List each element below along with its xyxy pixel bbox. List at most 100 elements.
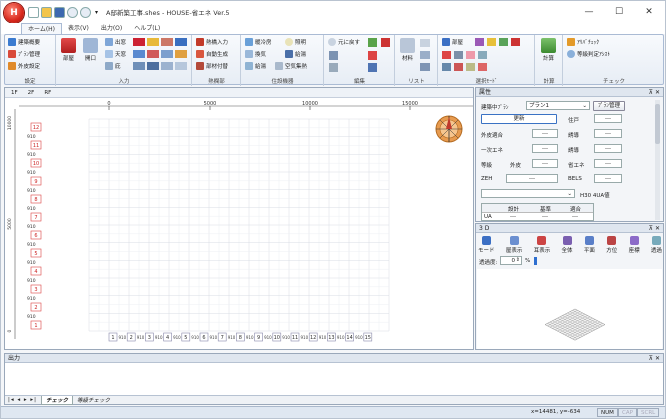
roof-mode-icon[interactable] bbox=[478, 51, 487, 59]
column-mode-icon[interactable] bbox=[466, 63, 475, 71]
plan-canvas[interactable]: 0 5000 10000 150001000050000 12910119101091… bbox=[5, 99, 473, 349]
material-button[interactable]: 材料 bbox=[400, 38, 415, 62]
tab-grade-check[interactable]: 等級チェック bbox=[73, 396, 114, 404]
close-button[interactable]: ✕ bbox=[634, 1, 664, 23]
whole-view-tool[interactable]: 全体 bbox=[562, 236, 573, 256]
redo-icon[interactable] bbox=[80, 6, 91, 18]
misc-tool-icon[interactable] bbox=[175, 62, 187, 70]
offset-icon[interactable] bbox=[329, 63, 338, 72]
envelope-settings-button[interactable]: 外皮設定 bbox=[8, 62, 40, 70]
plan-manage-button[interactable]: ﾌﾟﾗﾝ管理 bbox=[8, 50, 40, 58]
thermal-bridge-input-button[interactable]: 熱橋入力 bbox=[196, 38, 228, 46]
alibi-check-button[interactable]: ｱﾘﾊﾞﾁｪｯｸ bbox=[567, 38, 599, 46]
spinner-icon[interactable]: ⇕ bbox=[516, 256, 520, 264]
door-tool-icon[interactable] bbox=[133, 50, 145, 58]
transparency-input[interactable]: 0 ⇕ bbox=[500, 256, 522, 265]
direction-tool[interactable]: 方位 bbox=[606, 236, 617, 256]
align-icon[interactable] bbox=[368, 63, 377, 72]
bay-window-button[interactable]: 出窓 bbox=[105, 38, 126, 46]
rotate-icon[interactable] bbox=[329, 51, 338, 60]
floor-tab-2f[interactable]: 2F bbox=[28, 90, 35, 96]
bridge-mode-icon[interactable] bbox=[454, 63, 463, 71]
calculate-button[interactable]: 計算 bbox=[541, 38, 556, 62]
tab-check[interactable]: チェック bbox=[41, 395, 74, 405]
property-scrollbar[interactable] bbox=[655, 100, 660, 220]
new-file-icon[interactable] bbox=[28, 6, 39, 18]
leaf-icon[interactable] bbox=[499, 38, 508, 46]
plan-manage-btn[interactable]: ﾌﾟﾗﾝ管理 bbox=[593, 101, 625, 111]
hot-water2-button[interactable]: 給湯 bbox=[245, 62, 266, 70]
copy-tool-icon[interactable] bbox=[133, 62, 145, 70]
pin-icon[interactable]: ⊼ ✕ bbox=[649, 354, 660, 363]
save-icon[interactable] bbox=[54, 6, 65, 18]
air-collector-button[interactable]: 空気集熱 bbox=[275, 62, 307, 70]
mode-tool[interactable]: モード bbox=[478, 236, 495, 256]
eaves-button[interactable]: 庇 bbox=[105, 62, 121, 70]
mirror-icon[interactable] bbox=[368, 51, 377, 60]
star-icon[interactable] bbox=[487, 38, 496, 46]
diamond-icon[interactable] bbox=[475, 38, 484, 46]
view3d-header: 3 D ⊼ ✕ bbox=[476, 224, 663, 233]
all-mode-icon[interactable] bbox=[478, 63, 487, 71]
roof-display-tool[interactable]: 屋表示 bbox=[506, 236, 522, 256]
open-folder-icon[interactable] bbox=[41, 6, 52, 18]
tab-help[interactable]: ヘルプ(L) bbox=[128, 23, 166, 34]
floor-tab-1f[interactable]: 1F bbox=[11, 90, 18, 96]
pin-icon[interactable]: ⊼ ✕ bbox=[649, 224, 660, 233]
member-reassign-button[interactable]: 部材付替 bbox=[196, 62, 228, 70]
table-icon[interactable] bbox=[420, 51, 430, 59]
minimize-button[interactable]: — bbox=[574, 1, 604, 23]
plan-view-tool[interactable]: 平面 bbox=[584, 236, 595, 256]
coordinate-tool[interactable]: 座標 bbox=[629, 236, 640, 256]
floor-tool-icon[interactable] bbox=[147, 38, 159, 46]
plan-select[interactable]: プラン1 ⌄ bbox=[526, 101, 590, 110]
standard-select[interactable]: ⌄ bbox=[481, 189, 575, 198]
tab-output[interactable]: 出力(O) bbox=[95, 23, 128, 34]
tab-view[interactable]: 表示(V) bbox=[62, 23, 95, 34]
mode-room-button[interactable]: 部屋 bbox=[442, 38, 463, 46]
column-tool-icon[interactable] bbox=[161, 50, 173, 58]
door-mode-icon[interactable] bbox=[466, 51, 475, 59]
compass-icon[interactable] bbox=[435, 115, 463, 143]
opening-button[interactable]: 開口 bbox=[83, 38, 98, 62]
undo-icon[interactable] bbox=[67, 6, 78, 18]
grade-assist-button[interactable]: 等級判定ｱｼｽﾄ bbox=[567, 50, 610, 58]
lighting-button[interactable]: 照明 bbox=[285, 38, 306, 46]
view3d-canvas[interactable] bbox=[477, 269, 662, 349]
stair-tool-icon[interactable] bbox=[147, 50, 159, 58]
transparency-slider[interactable] bbox=[534, 257, 537, 265]
report-icon[interactable] bbox=[420, 63, 430, 71]
green-tool-icon[interactable] bbox=[368, 38, 377, 47]
flag-icon[interactable] bbox=[511, 38, 520, 46]
hot-water-button[interactable]: 給湯 bbox=[285, 50, 306, 58]
roof-tool-icon[interactable] bbox=[161, 38, 173, 46]
maximize-button[interactable]: ☐ bbox=[604, 1, 634, 23]
skylight-button[interactable]: 天窓 bbox=[105, 50, 126, 58]
undo-button[interactable]: 元に戻す bbox=[328, 38, 360, 46]
qat-dropdown-icon[interactable]: ▾ bbox=[95, 9, 98, 16]
auto-generate-button[interactable]: 自動生成 bbox=[196, 50, 228, 58]
heating-cooling-button[interactable]: 暖冷房 bbox=[245, 38, 272, 46]
transparent-tool[interactable]: 透過 bbox=[651, 236, 662, 256]
window-mode-icon[interactable] bbox=[454, 51, 463, 59]
beam-tool-icon[interactable] bbox=[175, 50, 187, 58]
red-tool-icon[interactable] bbox=[381, 38, 390, 47]
nav-arrows[interactable]: |◂ ◂ ▸ ▸| bbox=[8, 397, 37, 403]
scroll-thumb[interactable] bbox=[655, 104, 660, 144]
flag-tool-icon[interactable] bbox=[175, 38, 187, 46]
building-summary-button[interactable]: 建築概要 bbox=[8, 38, 40, 46]
ear-display-tool[interactable]: 耳表示 bbox=[534, 236, 550, 256]
room-button[interactable]: 部屋 bbox=[61, 38, 76, 62]
wall-tool-icon[interactable] bbox=[133, 38, 145, 46]
tab-home[interactable]: ホーム(H) bbox=[21, 23, 63, 34]
move-tool-icon[interactable] bbox=[147, 62, 159, 70]
delete-tool-icon[interactable] bbox=[161, 62, 173, 70]
wall-mode-icon[interactable] bbox=[442, 51, 451, 59]
floor-tab-rf[interactable]: RF bbox=[44, 90, 51, 96]
ventilation-button[interactable]: 換気 bbox=[245, 50, 266, 58]
floor-mode-icon[interactable] bbox=[442, 63, 451, 71]
pin-icon[interactable]: ⊼ ✕ bbox=[649, 88, 660, 97]
update-button[interactable]: 更新 bbox=[481, 114, 557, 124]
app-menu-button[interactable]: H bbox=[4, 2, 24, 23]
list-icon[interactable] bbox=[420, 39, 430, 47]
